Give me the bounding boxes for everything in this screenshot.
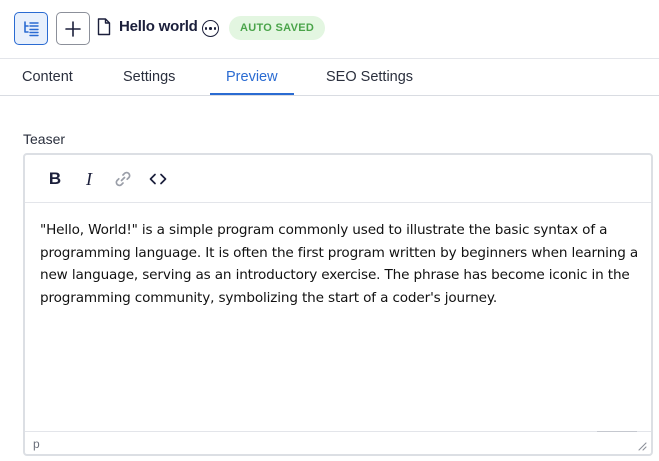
element-path[interactable]: p [33, 437, 40, 451]
code-icon [149, 173, 167, 185]
tab-seo-settings[interactable]: SEO Settings [326, 69, 413, 85]
page-title: Hello world [119, 18, 198, 35]
teaser-label: Teaser [23, 131, 66, 147]
code-button[interactable] [146, 167, 170, 191]
italic-button[interactable]: I [77, 167, 101, 191]
link-icon [115, 171, 131, 187]
plus-icon [65, 20, 81, 37]
bold-button[interactable]: B [43, 167, 67, 191]
editor-toolbar: B I [25, 155, 651, 203]
more-options-icon [204, 27, 208, 30]
tab-preview[interactable]: Preview [226, 69, 278, 85]
document-icon [97, 18, 111, 36]
tab-bar: Content Settings Preview SEO Settings [0, 58, 659, 96]
top-bar: Hello world AUTO SAVED [0, 0, 659, 58]
link-button[interactable] [111, 167, 135, 191]
editor-content[interactable]: "Hello, World!" is a simple program comm… [40, 219, 640, 310]
teaser-editor: B I "Hello, World!" is a simple program … [23, 153, 653, 456]
resize-handle-icon[interactable] [637, 441, 647, 451]
active-tab-indicator [210, 93, 294, 95]
add-button[interactable] [56, 12, 90, 45]
tab-settings[interactable]: Settings [123, 69, 175, 85]
tab-content[interactable]: Content [22, 69, 73, 85]
status-divider [597, 431, 637, 432]
tree-structure-icon [24, 20, 39, 36]
tree-view-button[interactable] [14, 12, 48, 45]
editor-statusbar: p [25, 431, 651, 454]
status-badge: AUTO SAVED [229, 16, 326, 40]
more-options-button[interactable] [202, 20, 219, 37]
